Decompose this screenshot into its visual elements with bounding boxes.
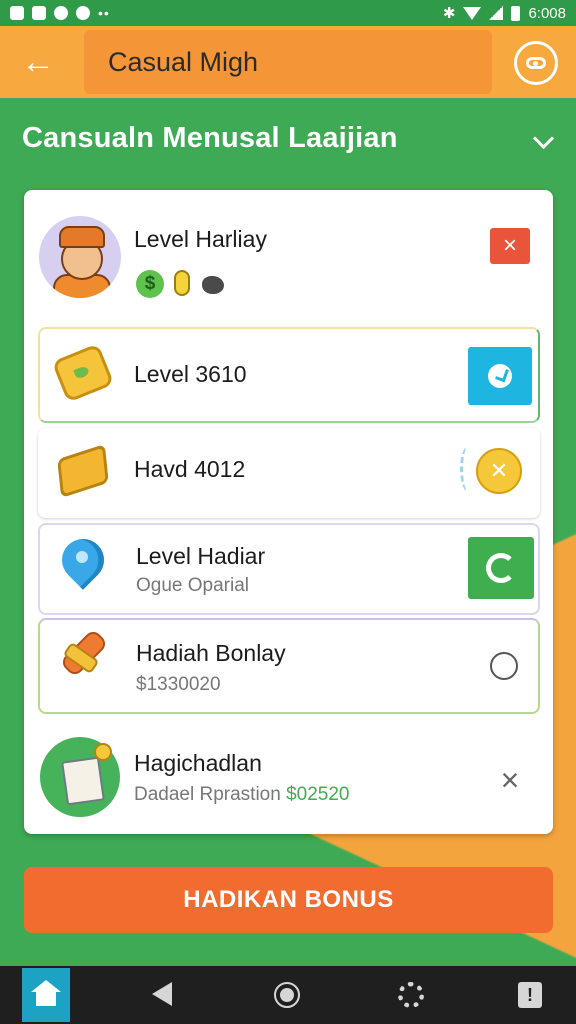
arrow-left-icon: ← bbox=[21, 42, 55, 81]
status-time: 6:008 bbox=[528, 4, 566, 22]
list-item[interactable]: Level Hadiar Ogue Oparial bbox=[38, 523, 540, 615]
app-header: ← Casual Migh bbox=[0, 26, 576, 98]
chevron-down-icon bbox=[532, 127, 554, 149]
key-badge-icon bbox=[174, 270, 190, 296]
document-icon bbox=[40, 737, 120, 817]
sync-notification-icon bbox=[54, 6, 68, 20]
timer-action-button[interactable] bbox=[468, 347, 532, 405]
avatar-hat bbox=[59, 226, 105, 248]
nav-home-button[interactable] bbox=[22, 968, 70, 1022]
levels-card: Level Harliay $ × Level 3610 Havd 4012 ✕… bbox=[24, 190, 553, 834]
list-item[interactable]: Havd 4012 ✕ bbox=[38, 428, 540, 518]
battery-icon bbox=[511, 5, 521, 21]
list-item-subtitle: Ogue Oparial bbox=[136, 575, 250, 596]
close-icon: × bbox=[500, 761, 520, 798]
collapse-button[interactable] bbox=[528, 126, 558, 156]
last-item-subtitle: Dadael Rprastion $02520 bbox=[134, 784, 350, 806]
list-item[interactable]: Level 3610 bbox=[38, 327, 540, 423]
document-pin bbox=[94, 743, 112, 761]
bluetooth-icon: ✱ bbox=[442, 5, 456, 22]
location-pin-dot bbox=[76, 551, 88, 563]
signal-icon bbox=[489, 6, 504, 20]
face-notification-icon bbox=[76, 6, 90, 20]
profile-name: Level Harliay bbox=[134, 226, 267, 252]
list-item-title: Havd 4012 bbox=[134, 456, 246, 482]
image-notification-icon bbox=[10, 6, 24, 20]
back-button[interactable]: ← bbox=[14, 40, 62, 84]
list-item-title: Hadiah Bonlay bbox=[136, 640, 286, 666]
last-item-price: $02520 bbox=[286, 784, 350, 805]
tag-icon bbox=[51, 343, 115, 403]
nav-back-button[interactable] bbox=[152, 982, 172, 1006]
more-notifications-icon: •• bbox=[98, 5, 110, 21]
status-right: ✱ 6:008 bbox=[442, 4, 566, 23]
wifi-icon bbox=[463, 6, 482, 20]
stone-badge-icon bbox=[202, 276, 224, 294]
clock-icon bbox=[488, 364, 512, 388]
list-item-subtitle: $1330020 bbox=[136, 674, 221, 695]
header-title[interactable]: Casual Migh bbox=[84, 30, 492, 94]
last-item-close-button[interactable]: × bbox=[490, 760, 530, 800]
claim-bonus-button[interactable]: HADIKAN BONUS bbox=[24, 867, 553, 933]
profile-close-button[interactable]: × bbox=[490, 228, 530, 264]
app-notification-icon bbox=[32, 6, 46, 20]
coin-arc-decoration bbox=[460, 446, 477, 492]
nav-info-button[interactable]: ! bbox=[518, 982, 542, 1008]
avatar bbox=[39, 216, 121, 298]
section-title: Cansualn Menusal Laaijian bbox=[22, 122, 398, 154]
last-item-description: Dadael Rprastion bbox=[134, 784, 281, 805]
gold-bar-icon bbox=[57, 443, 109, 499]
info-icon: ! bbox=[527, 984, 533, 1005]
nav-settings-button[interactable] bbox=[398, 982, 424, 1008]
settings-button[interactable] bbox=[514, 41, 558, 85]
nav-overview-button[interactable] bbox=[274, 982, 300, 1008]
list-item-title: Level Hadiar bbox=[136, 543, 266, 569]
status-bar: •• ✱ 6:008 bbox=[0, 0, 576, 26]
coin-action-button[interactable]: ✕ bbox=[476, 448, 522, 494]
refresh-icon bbox=[486, 553, 516, 583]
coin-icon: ✕ bbox=[489, 458, 509, 483]
system-nav-bar: ! bbox=[0, 966, 576, 1024]
document-paper bbox=[61, 756, 105, 806]
list-item[interactable]: Hadiah Bonlay $1330020 bbox=[38, 618, 540, 714]
select-radio[interactable] bbox=[490, 652, 518, 680]
toggle-icon bbox=[526, 57, 546, 69]
list-item-title: Level 3610 bbox=[134, 361, 247, 387]
last-item-title: Hagichadlan bbox=[134, 750, 262, 776]
home-icon bbox=[31, 980, 61, 1006]
refresh-action-button[interactable] bbox=[468, 537, 534, 599]
dollar-badge-icon: $ bbox=[136, 270, 164, 298]
status-left: •• bbox=[10, 5, 110, 21]
close-icon: × bbox=[502, 232, 517, 259]
